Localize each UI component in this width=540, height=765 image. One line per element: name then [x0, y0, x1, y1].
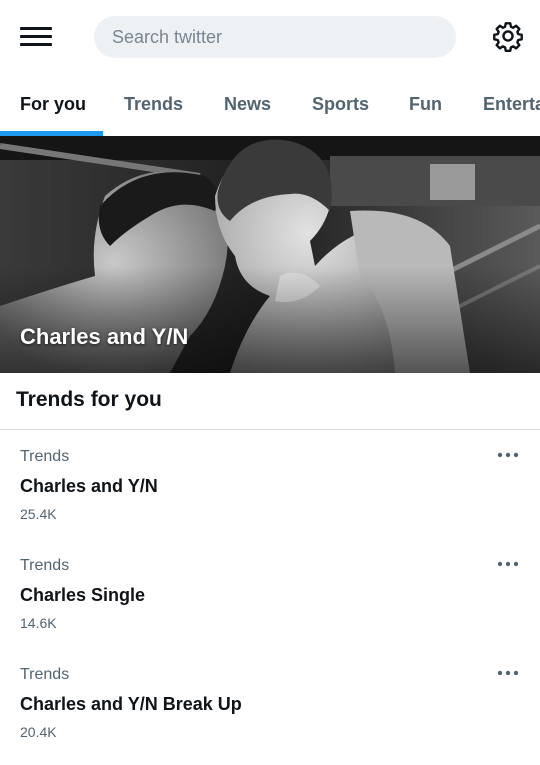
more-icon[interactable]	[496, 557, 520, 571]
trend-item[interactable]: Trends Charles and Y/N 25.4K	[0, 430, 540, 534]
section-title: Trends for you	[16, 388, 162, 411]
tab-bar: For you Trends News Sports Fun Entertain…	[0, 72, 540, 136]
search-input[interactable]	[110, 25, 456, 49]
more-icon[interactable]	[496, 666, 520, 680]
trend-category: Trends	[20, 557, 70, 574]
tab-sports[interactable]: Sports	[312, 72, 369, 136]
top-bar	[0, 0, 540, 72]
search-bar[interactable]	[94, 16, 456, 58]
trend-count: 14.6K	[20, 615, 57, 631]
trend-name: Charles and Y/N Break Up	[20, 694, 242, 714]
tab-trends[interactable]: Trends	[124, 72, 183, 136]
trend-count: 20.4K	[20, 724, 57, 740]
trend-count: 25.4K	[20, 506, 57, 522]
trend-item[interactable]: Trends Charles and Y/N Break Up 20.4K	[0, 648, 540, 752]
trend-name: Charles Single	[20, 585, 146, 605]
more-icon[interactable]	[496, 448, 520, 462]
tab-entertainment[interactable]: Entertainment	[483, 72, 540, 136]
gear-icon[interactable]	[492, 20, 524, 52]
trend-item[interactable]: Trends Charles Single 14.6K	[0, 539, 540, 643]
trend-name: Charles and Y/N	[20, 476, 158, 496]
tab-for-you[interactable]: For you	[20, 72, 86, 136]
tab-fun[interactable]: Fun	[409, 72, 442, 136]
tab-news[interactable]: News	[224, 72, 271, 136]
hero-title: Charles and Y/N	[20, 324, 189, 349]
trend-category: Trends	[20, 666, 70, 683]
menu-icon[interactable]	[20, 24, 52, 48]
trend-category: Trends	[20, 448, 70, 465]
